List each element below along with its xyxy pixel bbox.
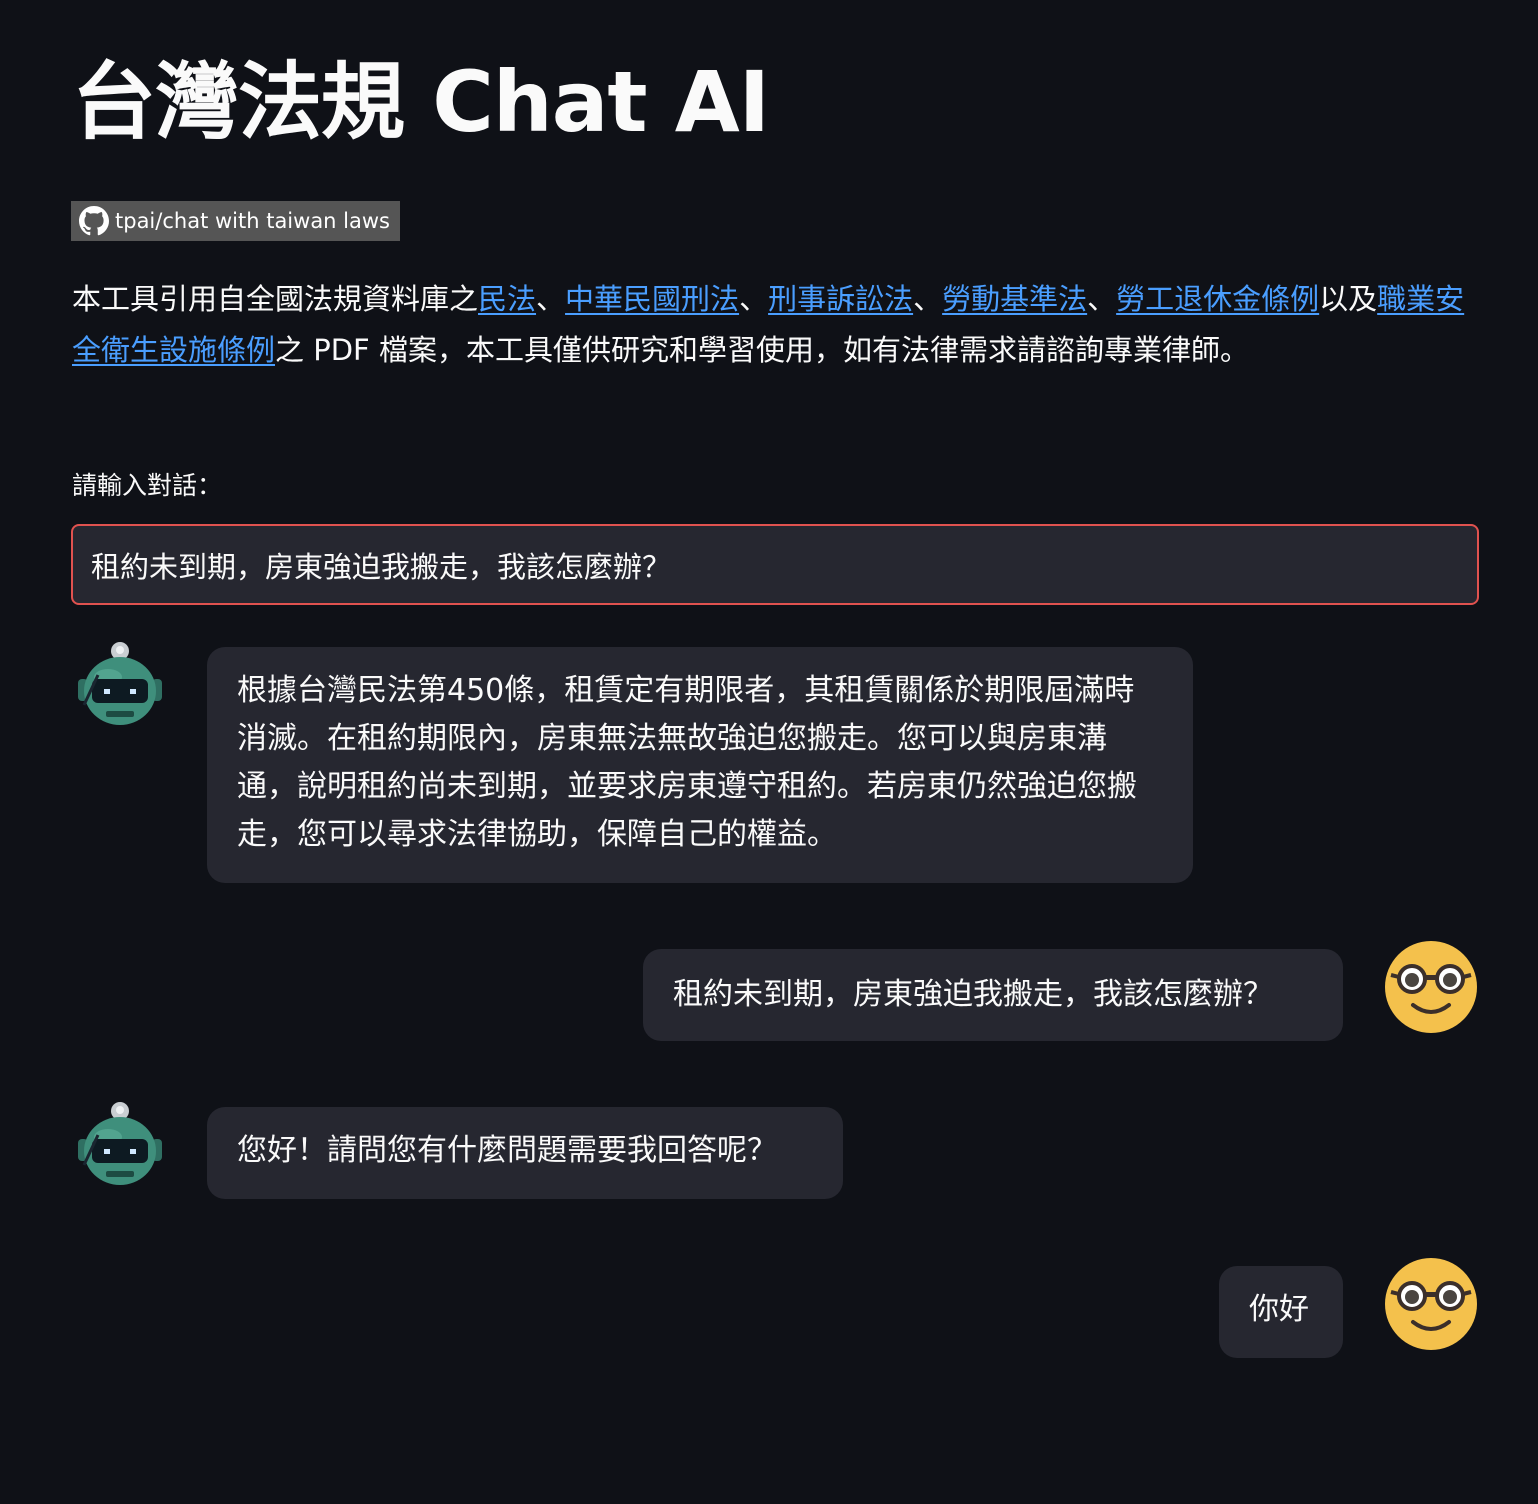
badge-label: tpai/chat with taiwan laws: [115, 209, 390, 233]
separator: 、: [536, 282, 566, 316]
link-criminal-code[interactable]: 中華民國刑法: [565, 282, 739, 316]
description-joiner: 以及: [1319, 282, 1378, 316]
description-prefix: 本工具引用自全國法規資料庫之: [72, 282, 479, 316]
description-suffix: 之 PDF 檔案，本工具僅供研究和學習使用，如有法律需求請諮詢專業律師。: [275, 333, 1249, 367]
user-message: 租約未到期，房東強迫我搬走，我該怎麼辦？: [643, 949, 1343, 1041]
message-text: 你好: [1249, 1292, 1309, 1327]
page-title: 台灣法規 Chat AI: [72, 53, 770, 151]
link-labor-standards[interactable]: 勞動基準法: [942, 282, 1087, 316]
separator: 、: [913, 282, 943, 316]
robot-avatar-icon: [74, 1101, 166, 1193]
github-repo-badge[interactable]: tpai/chat with taiwan laws: [71, 201, 400, 241]
message-text: 根據台灣民法第450條，租賃定有期限者，其租賃關係於期限屆滿時消滅。在租約期限內…: [237, 673, 1137, 852]
nerd-face-avatar-icon: [1385, 1258, 1477, 1350]
link-labor-pension[interactable]: 勞工退休金條例: [1116, 282, 1319, 316]
assistant-message: 根據台灣民法第450條，租賃定有期限者，其租賃關係於期限屆滿時消滅。在租約期限內…: [207, 647, 1193, 883]
chat-input-label: 請輸入對話：: [72, 471, 223, 500]
assistant-message: 您好！請問您有什麼問題需要我回答呢？: [207, 1107, 843, 1199]
github-icon: [79, 206, 109, 236]
app-root: 台灣法規 Chat AI tpai/chat with taiwan laws …: [0, 0, 1538, 1504]
user-message: 你好: [1219, 1266, 1343, 1358]
separator: 、: [739, 282, 769, 316]
chat-input[interactable]: [71, 524, 1479, 605]
robot-avatar-icon: [74, 641, 166, 733]
description-paragraph: 本工具引用自全國法規資料庫之民法、中華民國刑法、刑事訴訟法、勞動基準法、勞工退休…: [72, 274, 1482, 376]
separator: 、: [1087, 282, 1117, 316]
link-criminal-procedure[interactable]: 刑事訴訟法: [768, 282, 913, 316]
message-text: 您好！請問您有什麼問題需要我回答呢？: [237, 1133, 777, 1168]
message-text: 租約未到期，房東強迫我搬走，我該怎麼辦？: [673, 977, 1273, 1012]
nerd-face-avatar-icon: [1385, 941, 1477, 1033]
link-civil-code[interactable]: 民法: [478, 282, 536, 316]
